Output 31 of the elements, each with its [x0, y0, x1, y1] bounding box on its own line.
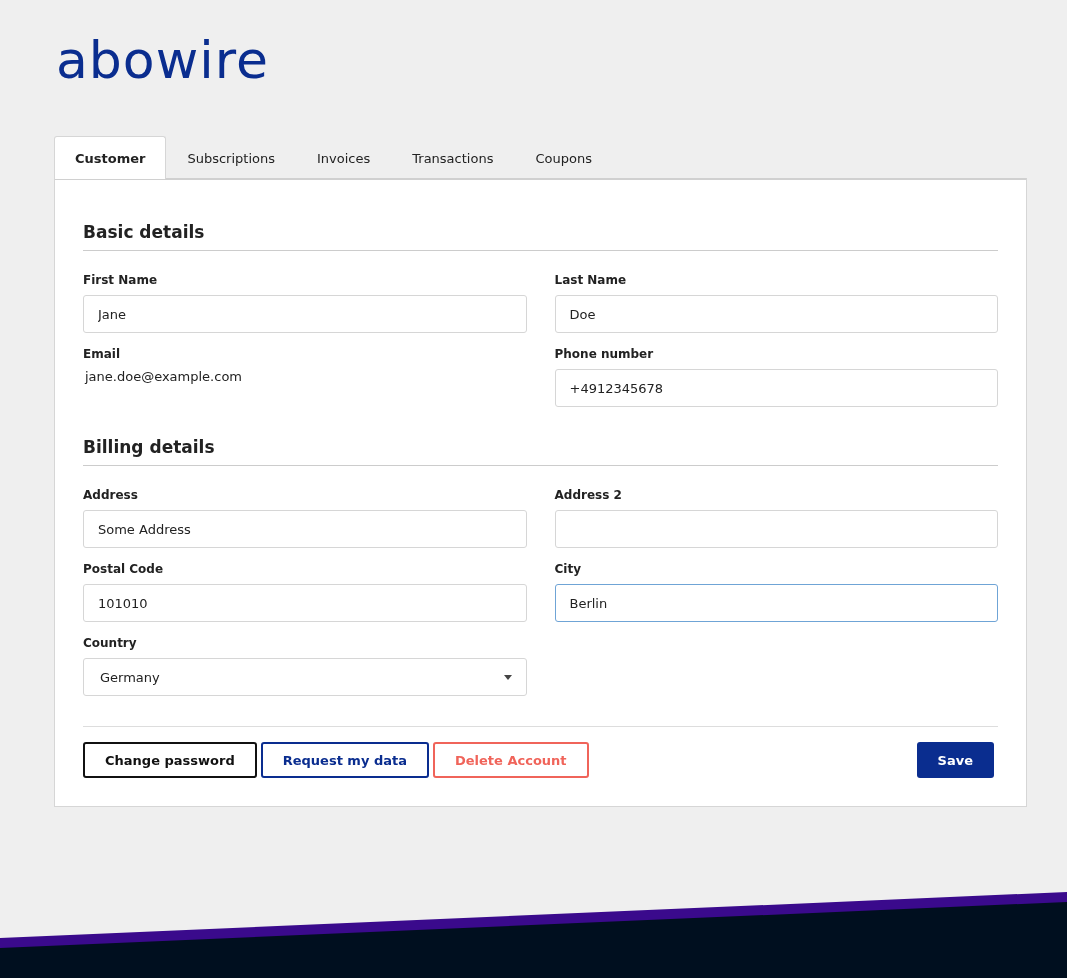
field-label: Country [83, 636, 138, 650]
input-field[interactable]: +4912345678 [554, 369, 998, 407]
action-button[interactable]: Request my data [260, 742, 429, 778]
field-label: Address 2 [554, 488, 623, 502]
field-label: City [554, 562, 582, 576]
field-label: Phone number [554, 347, 655, 361]
field-label: Postal Code [83, 562, 165, 576]
field-label: Last Name [554, 273, 628, 287]
tab[interactable]: Transactions [391, 136, 515, 179]
input-field[interactable]: 101010 [83, 584, 527, 622]
input-field[interactable]: Some Address [83, 510, 527, 548]
section-heading: Billing details [83, 437, 998, 466]
input-field[interactable]: Doe [554, 295, 998, 333]
tab[interactable]: Invoices [296, 136, 392, 179]
field-label: Address [83, 488, 139, 502]
section-heading: Basic details [83, 222, 998, 251]
action-button[interactable]: Change password [83, 742, 257, 778]
field-label: First Name [83, 273, 159, 287]
tab[interactable]: Coupons [514, 136, 613, 179]
input-field[interactable]: Berlin [554, 584, 998, 622]
field-value: jane.doe@example.com [83, 369, 243, 384]
input-field[interactable]: Jane [83, 295, 527, 333]
tab[interactable]: Customer [54, 136, 167, 179]
save-button[interactable]: Save [916, 742, 994, 778]
logo: abowire [56, 34, 269, 86]
select-value: Germany [100, 669, 160, 685]
input-field[interactable] [554, 510, 998, 548]
select-field[interactable]: Germany [83, 658, 527, 696]
tab[interactable]: Subscriptions [166, 136, 296, 179]
caret-icon [503, 674, 512, 680]
field-label: Email [83, 347, 122, 361]
